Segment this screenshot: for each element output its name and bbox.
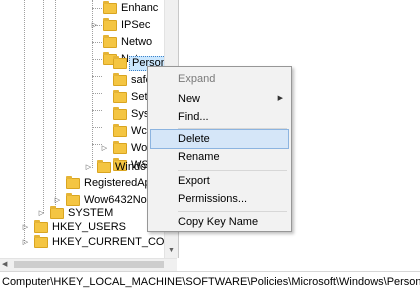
tree-horizontal-scrollbar[interactable]: ◀ bbox=[0, 258, 177, 271]
menu-item-permissions[interactable]: Permissions... bbox=[150, 189, 289, 209]
tree-node-label: Enhanc bbox=[121, 2, 159, 14]
status-bar: Computer\HKEY_LOCAL_MACHINE\SOFTWARE\Pol… bbox=[0, 271, 420, 293]
status-path: Computer\HKEY_LOCAL_MACHINE\SOFTWARE\Pol… bbox=[2, 276, 420, 288]
menu-item-new[interactable]: New ▶ bbox=[150, 89, 289, 109]
menu-item-label: Rename bbox=[178, 151, 220, 163]
menu-item-export[interactable]: Export bbox=[150, 171, 289, 191]
folder-icon bbox=[34, 235, 48, 248]
menu-item-label: Export bbox=[178, 175, 210, 187]
scroll-left-arrow-icon[interactable]: ◀ bbox=[2, 259, 12, 271]
folder-icon bbox=[113, 107, 127, 120]
folder-icon bbox=[34, 220, 48, 233]
registry-tree[interactable]: Enhanc ▷ IPSec Netwo Netwo Person safer … bbox=[0, 0, 164, 258]
menu-item-copy-key-name[interactable]: Copy Key Name bbox=[150, 212, 289, 232]
menu-item-label: Permissions... bbox=[178, 193, 248, 205]
menu-item-label: Expand bbox=[178, 73, 216, 85]
menu-item-rename[interactable]: Rename bbox=[150, 147, 289, 167]
folder-icon bbox=[97, 160, 111, 173]
tree-node-label: Netwo bbox=[121, 36, 153, 48]
menu-item-delete[interactable]: Delete bbox=[150, 129, 289, 149]
folder-icon bbox=[113, 56, 127, 69]
menu-item-label: Find... bbox=[178, 111, 209, 123]
folder-icon bbox=[103, 35, 117, 48]
scrollbar-thumb[interactable] bbox=[14, 261, 164, 268]
menu-item-find[interactable]: Find... bbox=[150, 107, 289, 127]
context-menu: Expand New ▶ Find... Delete Rename Expor… bbox=[147, 66, 292, 232]
expand-arrow-icon[interactable]: ▷ bbox=[90, 17, 99, 34]
menu-item-label: Delete bbox=[178, 133, 210, 145]
expand-arrow-icon[interactable]: ▷ bbox=[100, 140, 109, 157]
expand-arrow-icon[interactable]: ▷ bbox=[21, 234, 30, 251]
folder-icon bbox=[113, 124, 127, 137]
folder-icon bbox=[103, 1, 117, 14]
folder-icon bbox=[113, 90, 127, 103]
folder-icon bbox=[113, 141, 127, 154]
folder-icon bbox=[66, 176, 80, 189]
folder-icon bbox=[113, 73, 127, 86]
expand-arrow-icon[interactable]: ▷ bbox=[84, 159, 93, 176]
tree-node-label: IPSec bbox=[121, 19, 151, 31]
menu-item-expand[interactable]: Expand bbox=[150, 69, 289, 89]
tree-node-label: HKEY_CURRENT_CONFIG bbox=[52, 236, 164, 248]
menu-item-label: New bbox=[178, 93, 201, 105]
folder-icon bbox=[50, 206, 64, 219]
folder-icon bbox=[103, 18, 117, 31]
menu-item-label: Copy Key Name bbox=[178, 216, 259, 228]
submenu-arrow-icon: ▶ bbox=[277, 95, 283, 102]
scroll-down-arrow-icon[interactable]: ▼ bbox=[165, 244, 178, 257]
